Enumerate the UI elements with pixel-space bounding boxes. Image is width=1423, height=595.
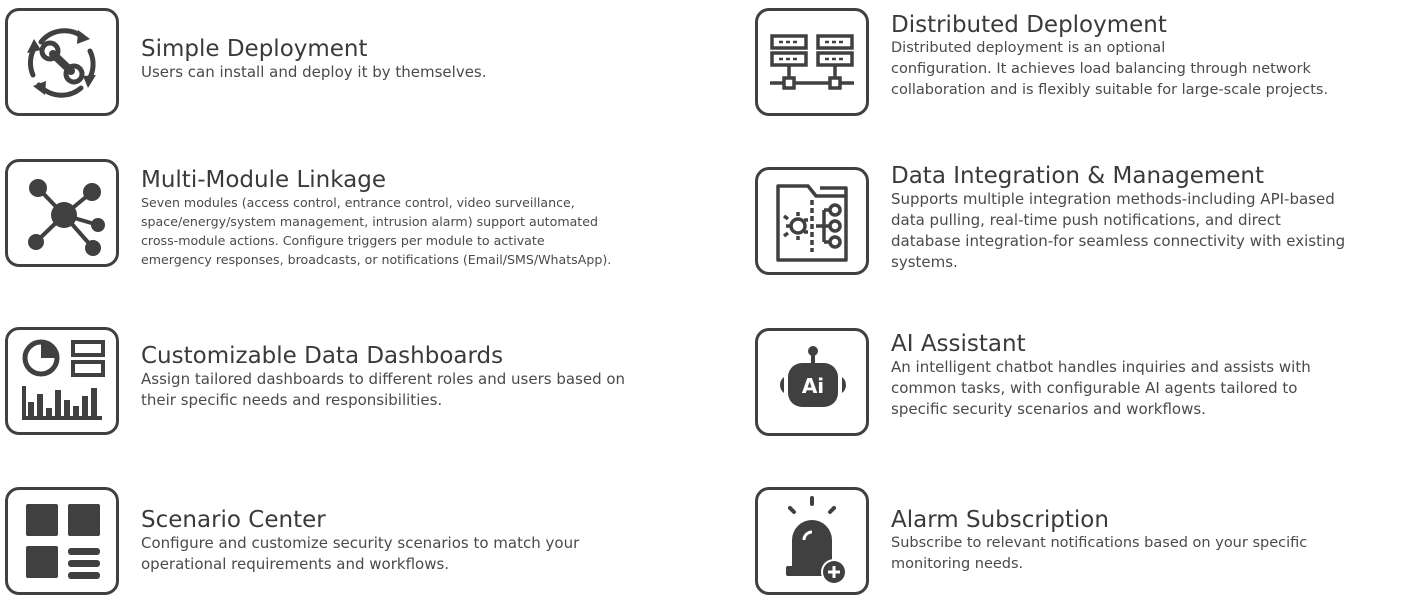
feature-description: Seven modules (access control, entrance …: [141, 195, 612, 267]
feature-title: Data Integration & Management: [891, 163, 1265, 189]
feature-description: Supports multiple integration methods-in…: [891, 190, 1346, 271]
feature-title: Distributed Deployment: [891, 12, 1167, 38]
feature-title: Scenario Center: [141, 507, 326, 533]
feature-description: Assign tailored dashboards to different …: [141, 370, 626, 409]
feature-title: Customizable Data Dashboards: [141, 343, 504, 369]
network-hub-icon: [5, 159, 119, 267]
feature-description: Users can install and deploy it by thems…: [141, 63, 487, 81]
data-integration-icon: [755, 167, 869, 275]
wrench-cycle-icon: [5, 8, 119, 116]
feature-description: Distributed deployment is an optional co…: [891, 40, 1329, 98]
scenario-grid-icon: [5, 487, 119, 595]
ai-robot-icon: Ai: [755, 328, 869, 436]
svg-text:Ai: Ai: [802, 374, 824, 398]
feature-description: Subscribe to relevant notifications base…: [891, 535, 1308, 572]
dashboard-icon: [5, 327, 119, 435]
feature-title: Alarm Subscription: [891, 507, 1109, 533]
feature-title: Multi-Module Linkage: [141, 167, 387, 193]
feature-title: AI Assistant: [891, 331, 1026, 357]
feature-description: An intelligent chatbot handles inquiries…: [891, 358, 1311, 418]
feature-description: Configure and customize security scenari…: [141, 534, 580, 573]
feature-title: Simple Deployment: [141, 36, 368, 62]
alarm-subscribe-icon: [755, 487, 869, 595]
distributed-servers-icon: [755, 8, 869, 116]
